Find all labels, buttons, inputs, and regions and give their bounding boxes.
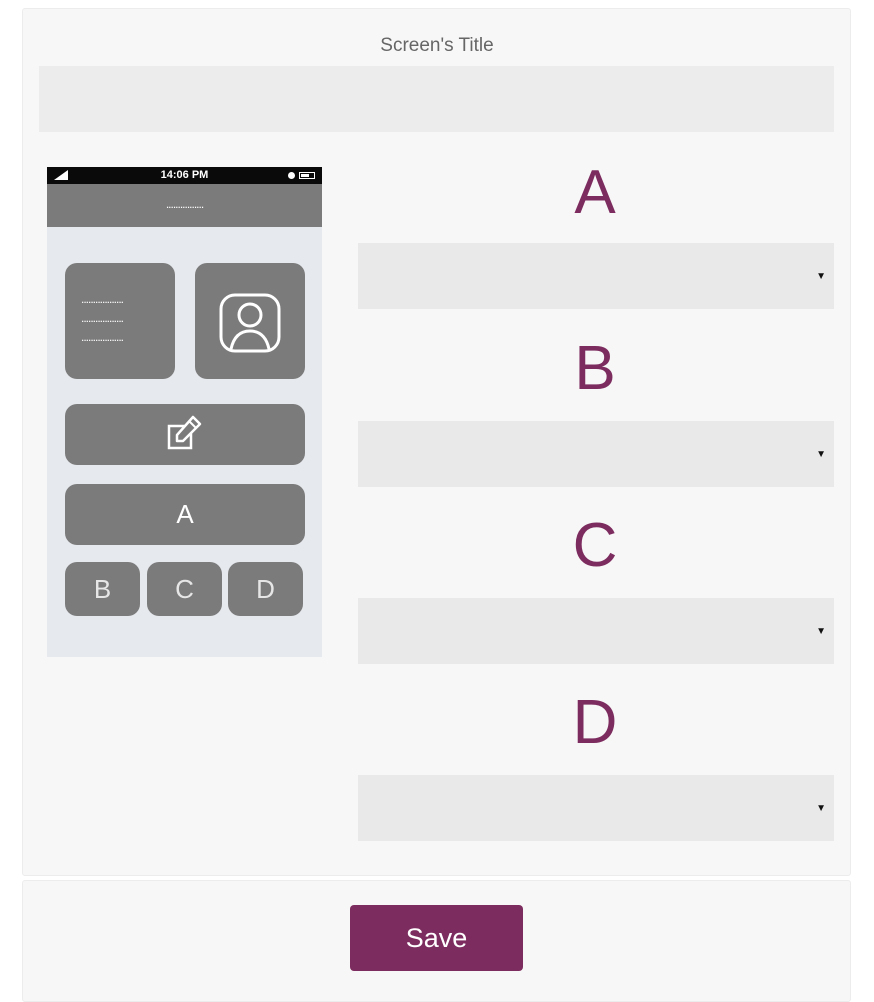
tile-a[interactable]: A	[65, 484, 305, 545]
phone-header-title: ................	[47, 184, 322, 227]
battery-icon	[299, 172, 315, 179]
tile-c[interactable]: C	[147, 562, 222, 616]
user-avatar-icon	[219, 293, 281, 353]
status-bar: 14:06 PM	[47, 167, 322, 184]
save-button[interactable]: Save	[350, 905, 523, 971]
field-label-b: B	[574, 334, 616, 403]
edit-tile[interactable]	[65, 404, 305, 465]
tile-d[interactable]: D	[228, 562, 303, 616]
dropdown-caret-icon: ▼	[816, 626, 826, 637]
select-b[interactable]: ▼	[358, 421, 834, 487]
edit-icon	[167, 415, 202, 450]
title-input[interactable]	[39, 66, 834, 132]
detail-line: ..................	[81, 330, 124, 344]
screen-title: Screen's Title	[380, 35, 494, 56]
status-time: 14:06 PM	[160, 169, 209, 181]
select-c[interactable]: ▼	[358, 598, 834, 664]
detail-line: ..................	[81, 311, 124, 325]
dropdown-caret-icon: ▼	[816, 449, 826, 460]
alarm-icon	[288, 172, 295, 179]
field-label-d: D	[572, 688, 618, 757]
field-label-a: A	[574, 158, 616, 227]
phone-preview: 14:06 PM ................ ..............…	[47, 167, 322, 657]
details-tile[interactable]: .................. .................. ..…	[65, 263, 175, 379]
dropdown-caret-icon: ▼	[816, 271, 826, 282]
select-a[interactable]: ▼	[358, 243, 834, 309]
tile-b[interactable]: B	[65, 562, 140, 616]
dropdown-caret-icon: ▼	[816, 803, 826, 814]
avatar-tile[interactable]	[195, 263, 305, 379]
field-label-c: C	[572, 511, 618, 580]
detail-line: ..................	[81, 292, 124, 306]
select-d[interactable]: ▼	[358, 775, 834, 841]
